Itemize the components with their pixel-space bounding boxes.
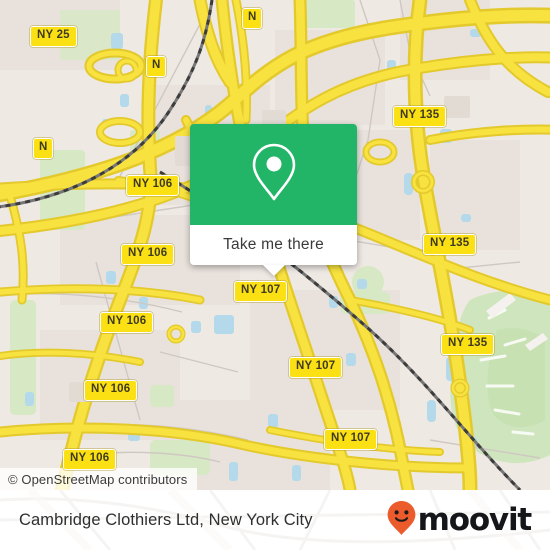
moovit-map-screenshot: NY 25 N N N NY 135 NY 135 NY 135 NY 106 NY 106 NY… bbox=[0, 0, 550, 550]
highway-shield: N bbox=[242, 8, 263, 29]
highway-shield: N bbox=[33, 138, 54, 159]
highway-shield: NY 106 bbox=[100, 312, 154, 333]
take-me-there-button[interactable]: Take me there bbox=[190, 225, 357, 265]
highway-shield: NY 106 bbox=[63, 449, 117, 470]
moovit-logo[interactable]: moovit bbox=[386, 500, 533, 541]
highway-shield: N bbox=[146, 56, 167, 77]
highway-shield: NY 135 bbox=[441, 334, 495, 355]
highway-shield: NY 107 bbox=[289, 357, 343, 378]
popup-pointer-tail bbox=[262, 265, 285, 276]
footer-bar: Cambridge Clothiers Ltd, New York City m… bbox=[0, 490, 550, 550]
highway-shield: NY 25 bbox=[30, 26, 77, 47]
highway-shield: NY 106 bbox=[121, 244, 175, 265]
osm-attribution[interactable]: © OpenStreetMap contributors bbox=[0, 468, 198, 490]
place-name-label: Cambridge Clothiers Ltd, New York City bbox=[19, 510, 313, 529]
highway-shield: NY 106 bbox=[126, 175, 180, 196]
moovit-pin-smiley-icon bbox=[386, 500, 417, 541]
map-pin-icon bbox=[248, 140, 300, 209]
popup-image-area bbox=[190, 124, 357, 225]
highway-shield: NY 135 bbox=[423, 234, 477, 255]
highway-shield: NY 107 bbox=[324, 429, 378, 450]
highway-shield: NY 107 bbox=[234, 281, 288, 302]
highway-shield: NY 135 bbox=[393, 106, 447, 127]
highway-shield: NY 106 bbox=[84, 380, 138, 401]
moovit-wordmark: moovit bbox=[417, 502, 533, 538]
take-me-there-popup[interactable]: Take me there bbox=[190, 124, 357, 276]
